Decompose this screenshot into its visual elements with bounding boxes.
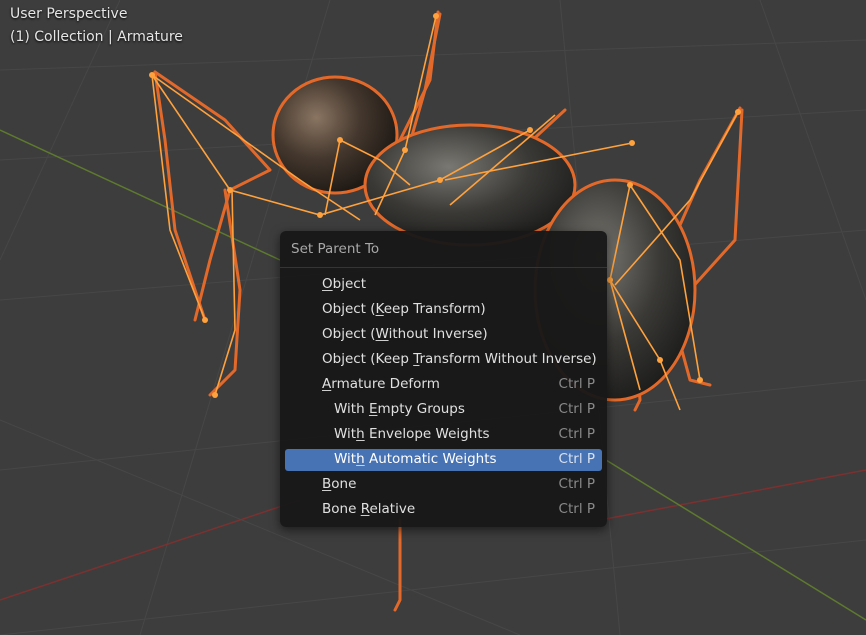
set-parent-menu: Set Parent To Object Object (Keep Transfo… <box>280 231 607 527</box>
menu-item-object-keep-transform-without-inverse[interactable]: Object (Keep Transform Without Inverse) <box>285 349 602 371</box>
menu-item-with-envelope-weights[interactable]: With Envelope Weights Ctrl P <box>285 424 602 446</box>
menu-item-label: With Automatic Weights <box>334 451 497 467</box>
menu-item-label: Object (Keep Transform Without Inverse) <box>322 351 597 367</box>
menu-item-label: Object (Without Inverse) <box>322 326 488 342</box>
viewport-collection-label: (1) Collection | Armature <box>10 29 183 45</box>
menu-item-shortcut: Ctrl P <box>558 451 595 467</box>
menu-item-label: Object (Keep Transform) <box>322 301 486 317</box>
menu-item-shortcut: Ctrl P <box>558 401 595 417</box>
menu-item-armature-deform[interactable]: Armature Deform Ctrl P <box>285 374 602 396</box>
menu-item-label: Armature Deform <box>322 376 440 392</box>
menu-item-object[interactable]: Object <box>285 274 602 296</box>
menu-item-label: Bone Relative <box>322 501 416 517</box>
menu-item-label: Bone <box>322 476 357 492</box>
x-axis-line <box>0 499 301 601</box>
viewport-mode-label: User Perspective <box>10 6 128 22</box>
menu-item-label: With Empty Groups <box>334 401 465 417</box>
menu-item-shortcut: Ctrl P <box>558 476 595 492</box>
menu-item-label: Object <box>322 276 366 292</box>
menu-item-with-automatic-weights[interactable]: With Automatic Weights Ctrl P <box>285 449 602 471</box>
menu-item-label: With Envelope Weights <box>334 426 490 442</box>
menu-divider <box>280 267 607 268</box>
menu-item-object-keep-transform[interactable]: Object (Keep Transform) <box>285 299 602 321</box>
menu-item-bone[interactable]: Bone Ctrl P <box>285 474 602 496</box>
menu-item-shortcut: Ctrl P <box>558 376 595 392</box>
y-axis-line <box>605 459 866 621</box>
menu-title: Set Parent To <box>291 241 380 257</box>
menu-item-with-empty-groups[interactable]: With Empty Groups Ctrl P <box>285 399 602 421</box>
menu-item-bone-relative[interactable]: Bone Relative Ctrl P <box>285 499 602 521</box>
menu-item-shortcut: Ctrl P <box>558 426 595 442</box>
x-axis-line <box>599 469 866 521</box>
y-axis-line <box>0 129 281 261</box>
menu-item-shortcut: Ctrl P <box>558 501 595 517</box>
menu-item-object-without-inverse[interactable]: Object (Without Inverse) <box>285 324 602 346</box>
